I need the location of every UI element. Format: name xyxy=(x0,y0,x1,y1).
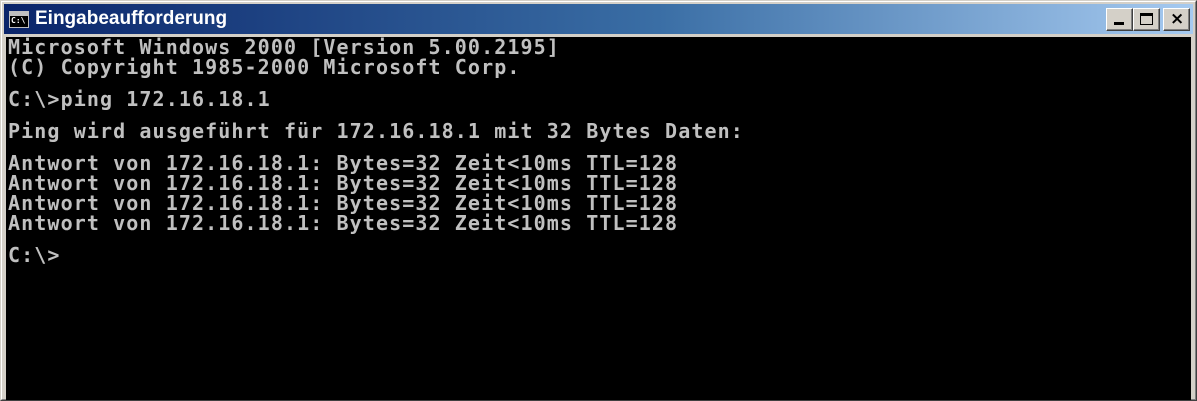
console-header-line: Microsoft Windows 2000 [Version 5.00.219… xyxy=(8,37,560,59)
console-output[interactable]: Microsoft Windows 2000 [Version 5.00.219… xyxy=(6,37,1191,400)
window-title: Eingabeaufforderung xyxy=(35,8,228,29)
console-prompt[interactable]: C:\> xyxy=(6,245,1191,265)
caption-buttons: × xyxy=(1106,8,1190,31)
console-header-line: (C) Copyright 1985-2000 Microsoft Corp. xyxy=(8,55,521,79)
console-app-icon[interactable]: C:\ xyxy=(9,10,29,28)
console-window: C:\ Eingabeaufforderung × Microsoft Wind… xyxy=(0,0,1197,401)
console-command-line: C:\>ping 172.16.18.1 xyxy=(8,87,271,111)
close-button[interactable]: × xyxy=(1163,8,1190,31)
minimize-button[interactable] xyxy=(1106,8,1133,31)
close-icon: × xyxy=(1170,9,1185,29)
ping-intro-line: Ping wird ausgeführt für 172.16.18.1 mit… xyxy=(8,119,744,143)
ping-reply-line: Antwort von 172.16.18.1: Bytes=32 Zeit<1… xyxy=(8,151,679,175)
icon-label: C:\ xyxy=(11,15,26,25)
ping-reply-line: Antwort von 172.16.18.1: Bytes=32 Zeit<1… xyxy=(8,211,679,235)
title-bar[interactable]: C:\ Eingabeaufforderung × xyxy=(4,4,1193,34)
ping-reply-line: Antwort von 172.16.18.1: Bytes=32 Zeit<1… xyxy=(8,171,679,195)
maximize-icon xyxy=(1140,13,1153,25)
maximize-button[interactable] xyxy=(1133,8,1160,31)
ping-reply-line: Antwort von 172.16.18.1: Bytes=32 Zeit<1… xyxy=(8,191,679,215)
minimize-icon xyxy=(1114,22,1124,25)
